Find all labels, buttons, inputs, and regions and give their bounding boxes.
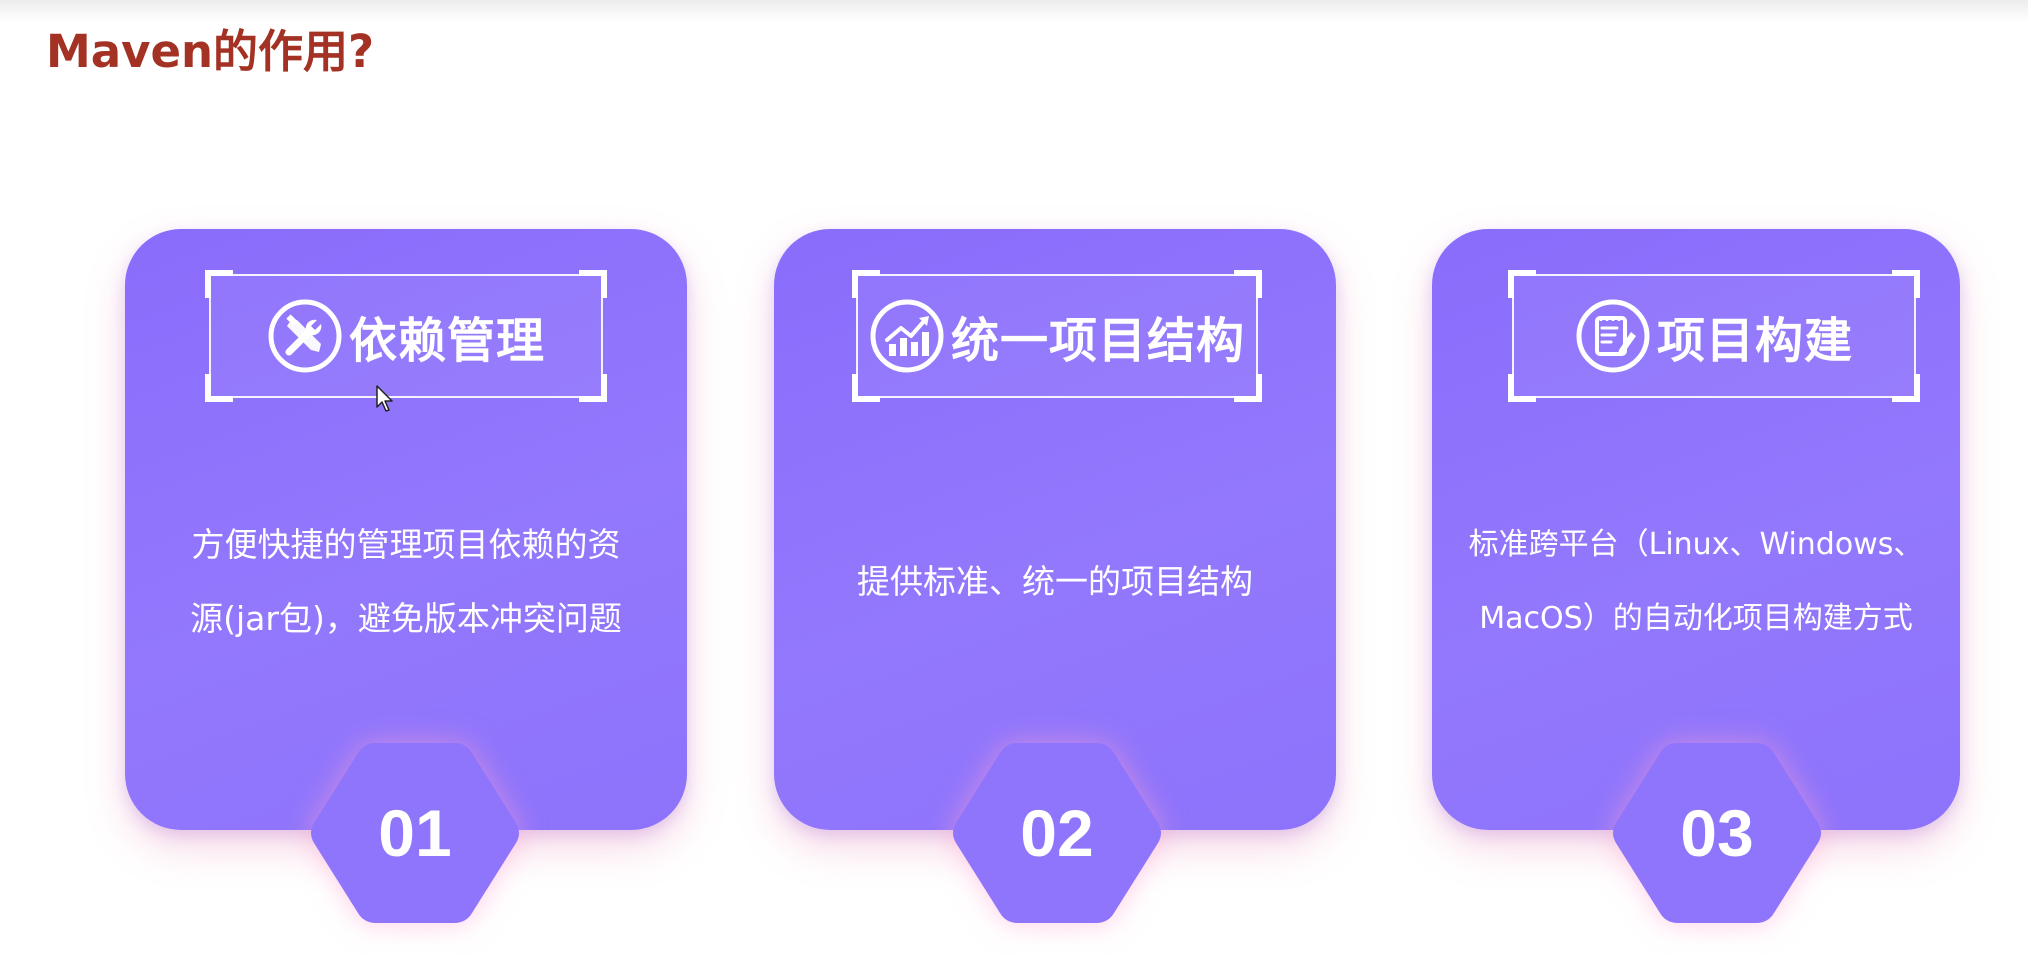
card-description: 方便快捷的管理项目依赖的资 源(jar包)，避免版本冲突问题 <box>155 508 657 656</box>
mouse-cursor-icon <box>376 385 393 412</box>
page-title: Maven的作用? <box>46 25 375 78</box>
card-heading: 统一项目结构 <box>950 313 1245 369</box>
number-badge: 01 <box>306 735 524 931</box>
card-description: 标准跨平台（Linux、Windows、 MacOS）的自动化项目构建方式 <box>1452 508 1940 656</box>
card-heading: 项目构建 <box>1656 313 1853 369</box>
card-number: 02 <box>1020 796 1094 870</box>
number-badge: 03 <box>1608 735 1826 931</box>
card-unified-structure: 统一项目结构 提供标准、统一的项目结构 02 <box>774 229 1336 929</box>
card-project-build: 项目构建 标准跨平台（Linux、Windows、 MacOS）的自动化项目构建… <box>1432 229 1994 929</box>
top-bar <box>0 0 2028 22</box>
card-number: 03 <box>1680 796 1754 870</box>
growth-chart-icon <box>870 299 944 373</box>
description-line: MacOS）的自动化项目构建方式 <box>1479 601 1913 636</box>
card-number: 01 <box>378 796 452 870</box>
card-heading-frame: 统一项目结构 <box>852 270 1262 402</box>
description-line: 标准跨平台（Linux、Windows、 <box>1468 527 1924 562</box>
number-badge: 02 <box>948 735 1166 931</box>
description-line: 源(jar包)，避免版本冲突问题 <box>190 599 622 638</box>
card-heading: 依赖管理 <box>348 313 545 369</box>
document-edit-icon <box>1576 299 1650 373</box>
card-heading-frame: 项目构建 <box>1508 270 1920 402</box>
card-heading-frame: 依赖管理 <box>205 270 607 402</box>
description-line: 提供标准、统一的项目结构 <box>857 562 1253 601</box>
description-line: 方便快捷的管理项目依赖的资 <box>191 525 621 564</box>
card-description: 提供标准、统一的项目结构 <box>804 545 1306 619</box>
card-dependency-management: 依赖管理 方便快捷的管理项目依赖的资 源(jar包)，避免版本冲突问题 01 <box>125 229 687 929</box>
tools-icon <box>268 299 342 373</box>
